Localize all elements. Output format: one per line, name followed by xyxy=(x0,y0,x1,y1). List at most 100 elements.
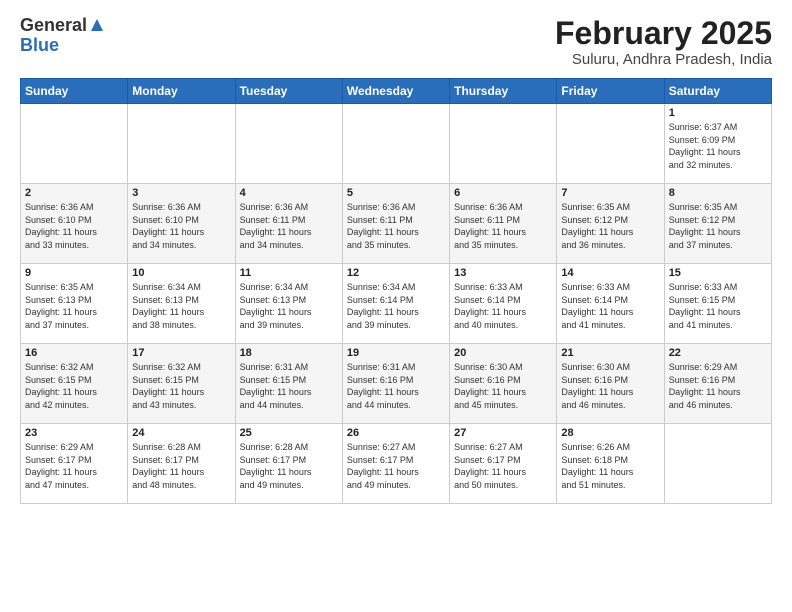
table-row xyxy=(235,104,342,184)
day-number: 19 xyxy=(347,347,445,359)
table-row xyxy=(450,104,557,184)
day-number: 26 xyxy=(347,427,445,439)
calendar-week-row: 9 Sunrise: 6:35 AM Sunset: 6:13 PM Daylig… xyxy=(21,264,772,344)
day-info: Sunrise: 6:31 AM Sunset: 6:16 PM Dayligh… xyxy=(347,361,445,411)
table-row xyxy=(557,104,664,184)
day-number: 23 xyxy=(25,427,123,439)
day-info: Sunrise: 6:36 AM Sunset: 6:10 PM Dayligh… xyxy=(25,201,123,251)
table-row: 13 Sunrise: 6:33 AM Sunset: 6:14 PM Dayli… xyxy=(450,264,557,344)
day-number: 22 xyxy=(669,347,767,359)
header: General Blue February 2025 Suluru, Andhr… xyxy=(20,16,772,68)
logo-icon xyxy=(89,17,105,33)
table-row: 21Sunrise: 6:30 AM Sunset: 6:16 PM Dayli… xyxy=(557,344,664,424)
day-info: Sunrise: 6:33 AM Sunset: 6:14 PM Dayligh… xyxy=(454,281,552,331)
day-info: Sunrise: 6:30 AM Sunset: 6:16 PM Dayligh… xyxy=(454,361,552,411)
col-tuesday: Tuesday xyxy=(235,79,342,104)
table-row: 16Sunrise: 6:32 AM Sunset: 6:15 PM Dayli… xyxy=(21,344,128,424)
col-saturday: Saturday xyxy=(664,79,771,104)
day-number: 27 xyxy=(454,427,552,439)
table-row: 10 Sunrise: 6:34 AM Sunset: 6:13 PM Dayli… xyxy=(128,264,235,344)
table-row: 14Sunrise: 6:33 AM Sunset: 6:14 PM Dayli… xyxy=(557,264,664,344)
table-row: 18Sunrise: 6:31 AM Sunset: 6:15 PM Dayli… xyxy=(235,344,342,424)
col-sunday: Sunday xyxy=(21,79,128,104)
table-row: 7 Sunrise: 6:35 AM Sunset: 6:12 PM Daylig… xyxy=(557,184,664,264)
day-number: 11 xyxy=(240,267,338,279)
logo-general: General xyxy=(20,16,87,36)
logo-blue: Blue xyxy=(20,36,59,56)
calendar-subtitle: Suluru, Andhra Pradesh, India xyxy=(555,51,772,68)
day-number: 7 xyxy=(561,187,659,199)
table-row: 28 Sunrise: 6:26 AM Sunset: 6:18 PM Dayli… xyxy=(557,424,664,504)
day-info: Sunrise: 6:31 AM Sunset: 6:15 PM Dayligh… xyxy=(240,361,338,411)
col-thursday: Thursday xyxy=(450,79,557,104)
day-number: 24 xyxy=(132,427,230,439)
col-friday: Friday xyxy=(557,79,664,104)
table-row: 9 Sunrise: 6:35 AM Sunset: 6:13 PM Daylig… xyxy=(21,264,128,344)
table-row: 17 Sunrise: 6:32 AM Sunset: 6:15 PM Dayli… xyxy=(128,344,235,424)
day-info: Sunrise: 6:27 AM Sunset: 6:17 PM Dayligh… xyxy=(454,441,552,491)
table-row xyxy=(21,104,128,184)
day-number: 8 xyxy=(669,187,767,199)
day-info: Sunrise: 6:35 AM Sunset: 6:12 PM Dayligh… xyxy=(561,201,659,251)
calendar-week-row: 23 Sunrise: 6:29 AM Sunset: 6:17 PM Dayli… xyxy=(21,424,772,504)
day-number: 16 xyxy=(25,347,123,359)
day-info: Sunrise: 6:36 AM Sunset: 6:11 PM Dayligh… xyxy=(347,201,445,251)
table-row xyxy=(128,104,235,184)
day-info: Sunrise: 6:35 AM Sunset: 6:13 PM Dayligh… xyxy=(25,281,123,331)
table-row: 23 Sunrise: 6:29 AM Sunset: 6:17 PM Dayli… xyxy=(21,424,128,504)
calendar-week-row: 16 Sunrise: 6:32 AM Sunset: 6:15 PM Dayli… xyxy=(21,344,772,424)
day-info: Sunrise: 6:27 AM Sunset: 6:17 PM Dayligh… xyxy=(347,441,445,491)
day-number: 15 xyxy=(669,267,767,279)
col-monday: Monday xyxy=(128,79,235,104)
day-info: Sunrise: 6:26 AM Sunset: 6:18 PM Dayligh… xyxy=(561,441,659,491)
day-number: 10 xyxy=(132,267,230,279)
calendar-week-row: 2Sunrise: 6:36 AM Sunset: 6:10 PM Daylig… xyxy=(21,184,772,264)
table-row: 12 Sunrise: 6:34 AM Sunset: 6:14 PM Dayli… xyxy=(342,264,449,344)
day-number: 12 xyxy=(347,267,445,279)
day-number: 28 xyxy=(561,427,659,439)
table-row: 15 Sunrise: 6:33 AM Sunset: 6:15 PM Dayli… xyxy=(664,264,771,344)
calendar-week-row: 1 Sunrise: 6:37 AM Sunset: 6:09 PM Daylig… xyxy=(21,104,772,184)
day-number: 3 xyxy=(132,187,230,199)
calendar-title: February 2025 xyxy=(555,16,772,51)
logo: General Blue xyxy=(20,16,105,56)
table-row: 19 Sunrise: 6:31 AM Sunset: 6:16 PM Dayli… xyxy=(342,344,449,424)
day-number: 5 xyxy=(347,187,445,199)
day-info: Sunrise: 6:36 AM Sunset: 6:10 PM Dayligh… xyxy=(132,201,230,251)
table-row: 5 Sunrise: 6:36 AM Sunset: 6:11 PM Daylig… xyxy=(342,184,449,264)
day-info: Sunrise: 6:36 AM Sunset: 6:11 PM Dayligh… xyxy=(240,201,338,251)
day-info: Sunrise: 6:37 AM Sunset: 6:09 PM Dayligh… xyxy=(669,121,767,171)
table-row: 2Sunrise: 6:36 AM Sunset: 6:10 PM Daylig… xyxy=(21,184,128,264)
day-info: Sunrise: 6:29 AM Sunset: 6:17 PM Dayligh… xyxy=(25,441,123,491)
day-info: Sunrise: 6:34 AM Sunset: 6:14 PM Dayligh… xyxy=(347,281,445,331)
day-info: Sunrise: 6:34 AM Sunset: 6:13 PM Dayligh… xyxy=(132,281,230,331)
day-info: Sunrise: 6:35 AM Sunset: 6:12 PM Dayligh… xyxy=(669,201,767,251)
calendar-table: Sunday Monday Tuesday Wednesday Thursday… xyxy=(20,78,772,504)
table-row: 20Sunrise: 6:30 AM Sunset: 6:16 PM Dayli… xyxy=(450,344,557,424)
day-info: Sunrise: 6:30 AM Sunset: 6:16 PM Dayligh… xyxy=(561,361,659,411)
table-row: 11 Sunrise: 6:34 AM Sunset: 6:13 PM Dayli… xyxy=(235,264,342,344)
day-info: Sunrise: 6:33 AM Sunset: 6:15 PM Dayligh… xyxy=(669,281,767,331)
page: General Blue February 2025 Suluru, Andhr… xyxy=(0,0,792,612)
day-number: 6 xyxy=(454,187,552,199)
table-row xyxy=(664,424,771,504)
table-row xyxy=(342,104,449,184)
title-block: February 2025 Suluru, Andhra Pradesh, In… xyxy=(555,16,772,68)
table-row: 24Sunrise: 6:28 AM Sunset: 6:17 PM Dayli… xyxy=(128,424,235,504)
day-number: 9 xyxy=(25,267,123,279)
table-row: 8 Sunrise: 6:35 AM Sunset: 6:12 PM Daylig… xyxy=(664,184,771,264)
day-info: Sunrise: 6:36 AM Sunset: 6:11 PM Dayligh… xyxy=(454,201,552,251)
day-number: 13 xyxy=(454,267,552,279)
calendar-header-row: Sunday Monday Tuesday Wednesday Thursday… xyxy=(21,79,772,104)
table-row: 1 Sunrise: 6:37 AM Sunset: 6:09 PM Daylig… xyxy=(664,104,771,184)
day-number: 1 xyxy=(669,107,767,119)
day-info: Sunrise: 6:34 AM Sunset: 6:13 PM Dayligh… xyxy=(240,281,338,331)
day-info: Sunrise: 6:28 AM Sunset: 6:17 PM Dayligh… xyxy=(240,441,338,491)
day-info: Sunrise: 6:29 AM Sunset: 6:16 PM Dayligh… xyxy=(669,361,767,411)
day-info: Sunrise: 6:32 AM Sunset: 6:15 PM Dayligh… xyxy=(132,361,230,411)
day-number: 17 xyxy=(132,347,230,359)
table-row: 27 Sunrise: 6:27 AM Sunset: 6:17 PM Dayli… xyxy=(450,424,557,504)
day-number: 4 xyxy=(240,187,338,199)
table-row: 4 Sunrise: 6:36 AM Sunset: 6:11 PM Daylig… xyxy=(235,184,342,264)
day-number: 25 xyxy=(240,427,338,439)
